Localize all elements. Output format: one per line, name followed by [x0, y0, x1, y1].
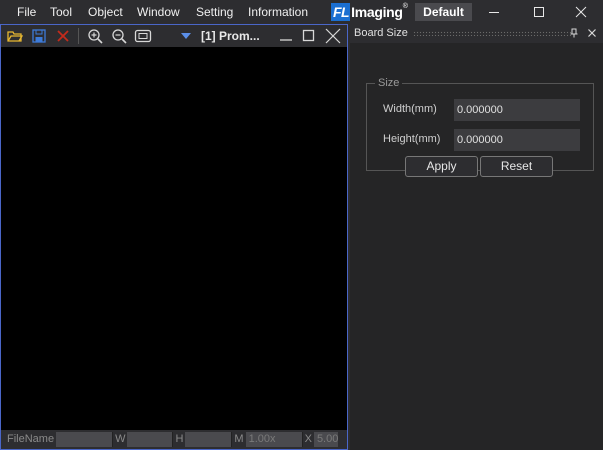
- status-filename-label: FileName: [7, 433, 55, 445]
- menu-setting[interactable]: Setting: [196, 0, 233, 24]
- board-size-title: Board Size: [354, 27, 408, 39]
- menu-setting-label[interactable]: Setting: [196, 1, 233, 23]
- toolbar-divider: [78, 28, 79, 44]
- status-w-value: [127, 432, 173, 447]
- title-bar: File Tool Object Window Setting Informat…: [0, 0, 603, 24]
- menu-file-label[interactable]: File: [17, 1, 36, 23]
- viewer-minimize-icon[interactable]: [277, 27, 295, 45]
- open-folder-icon[interactable]: [6, 27, 24, 45]
- minimize-button[interactable]: [476, 0, 512, 24]
- height-input[interactable]: 0.000000: [454, 129, 580, 151]
- status-filename-value: [56, 432, 113, 447]
- board-size-body: Size Width(mm) 0.000000 Height(mm) 0.000…: [350, 43, 603, 450]
- maximize-icon: [534, 7, 544, 17]
- viewer-maximize-icon[interactable]: [300, 27, 318, 45]
- brand-logo: FL Imaging ®: [331, 2, 408, 21]
- size-group-title: Size: [375, 76, 403, 90]
- status-w-label: W: [115, 433, 126, 445]
- dock-drag-grip[interactable]: [413, 31, 571, 36]
- menu-file[interactable]: File: [17, 0, 36, 24]
- status-zoom-value: 1.00x: [245, 432, 302, 447]
- fl-imaging-logo: FL Imaging ®: [331, 2, 408, 21]
- profile-selector[interactable]: Default: [415, 3, 472, 21]
- fit-icon[interactable]: [134, 27, 152, 45]
- brand-fl: FL: [331, 3, 351, 21]
- viewer-close-icon[interactable]: [324, 27, 342, 45]
- board-size-header: Board Size: [350, 24, 603, 43]
- status-h-value: [185, 432, 232, 447]
- close-icon: [575, 6, 587, 18]
- maximize-button[interactable]: [521, 0, 557, 24]
- status-h-label: H: [175, 433, 184, 445]
- apply-button[interactable]: Apply: [405, 156, 478, 177]
- close-x-icon[interactable]: [54, 27, 72, 45]
- viewer-toolbar: [1] Prom...: [1, 25, 347, 47]
- viewer-title: [1] Prom...: [201, 29, 260, 43]
- menu-object-label[interactable]: Object: [88, 1, 123, 23]
- width-input[interactable]: 0.000000: [454, 99, 580, 121]
- dropdown-arrow-icon[interactable]: [177, 27, 195, 45]
- zoom-in-icon[interactable]: [86, 27, 104, 45]
- width-label: Width(mm): [383, 103, 437, 115]
- minimize-icon: [489, 12, 499, 13]
- zoom-out-icon[interactable]: [110, 27, 128, 45]
- menu-window-label[interactable]: Window: [137, 1, 180, 23]
- menu-tool-label[interactable]: Tool: [50, 1, 72, 23]
- brand-registered-mark: ®: [402, 3, 408, 10]
- image-viewer: [1] Prom... FileName W H M 1.00x X 5.00: [0, 24, 348, 450]
- status-m-label: M: [234, 433, 244, 445]
- save-icon[interactable]: [30, 27, 48, 45]
- dock-close-icon[interactable]: [585, 26, 599, 40]
- menu-window[interactable]: Window: [137, 0, 180, 24]
- height-label: Height(mm): [383, 133, 441, 145]
- pin-icon[interactable]: [567, 26, 581, 40]
- reset-button[interactable]: Reset: [480, 156, 553, 177]
- brand-imaging: Imaging: [351, 4, 403, 20]
- menu-information-label[interactable]: Information: [248, 1, 308, 23]
- status-x-value: 5.00: [313, 432, 338, 447]
- status-x-label: X: [304, 433, 312, 445]
- menu-tool[interactable]: Tool: [50, 0, 72, 24]
- menu-information[interactable]: Information: [248, 0, 308, 24]
- image-canvas[interactable]: [1, 47, 347, 430]
- menu-object[interactable]: Object: [88, 0, 123, 24]
- viewer-status-bar: FileName W H M 1.00x X 5.00: [1, 430, 347, 449]
- close-button[interactable]: [563, 0, 599, 24]
- board-size-panel: Board Size Size Width(mm) 0.000000 Heigh…: [350, 24, 603, 450]
